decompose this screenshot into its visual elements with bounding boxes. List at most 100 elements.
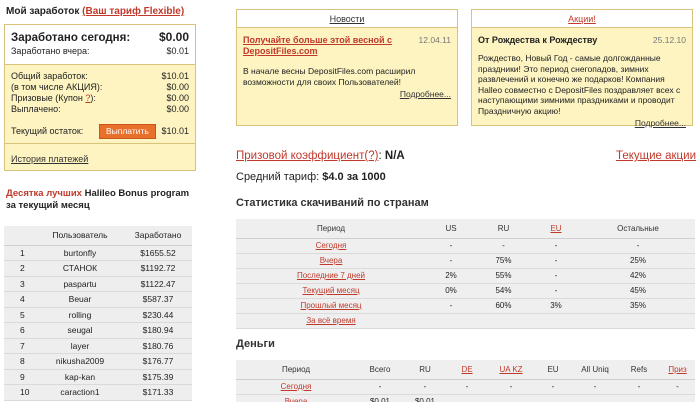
- money-cell: [618, 394, 660, 402]
- period-link[interactable]: За всё время: [236, 313, 426, 329]
- total-earnings-value: $10.01: [161, 71, 189, 81]
- money-cell: -: [534, 379, 572, 395]
- money-cell: -: [446, 379, 488, 395]
- stat-cell: 42%: [581, 268, 695, 284]
- stat-cell: [531, 313, 581, 329]
- prize-earnings-row: Призовые (Купон ?): $0.00: [11, 93, 189, 104]
- rank: 9: [4, 369, 36, 385]
- prize-coefficient-link[interactable]: Призовой коэффициент: [236, 150, 364, 162]
- left-column: Мой заработок (Ваш тариф Flexible) Зараб…: [4, 6, 196, 401]
- table-row: 2 СТАНОК $1192.72: [4, 260, 192, 277]
- money-cell: $0.01: [404, 394, 446, 402]
- earned-value: $230.44: [124, 307, 192, 323]
- rank: 6: [4, 322, 36, 339]
- top10-table: Пользователь Заработано 1 burtonfly $1655.…: [4, 226, 192, 401]
- tariff-link[interactable]: (Ваш тариф Flexible): [82, 6, 184, 17]
- news-box: Новости Получайте больше этой весной с D…: [236, 9, 458, 126]
- stat-cell: 60%: [476, 298, 531, 314]
- money-cell: -: [356, 379, 404, 395]
- balance-value: $10.01: [161, 126, 189, 136]
- earned-value: $180.76: [124, 338, 192, 354]
- stat-cell: -: [531, 253, 581, 269]
- total-earnings-row: Общий заработок: $10.01: [11, 71, 189, 82]
- money-col-period: Период: [236, 360, 356, 380]
- promo-tab: Акции!: [472, 10, 692, 28]
- news-more-link[interactable]: Подробнее...: [400, 89, 451, 99]
- stat-cell: [581, 313, 695, 329]
- withdraw-button[interactable]: Выплатить: [98, 124, 156, 139]
- user-name: seugal: [36, 322, 124, 339]
- period-link[interactable]: Текущий месяц: [236, 283, 426, 299]
- stat-cell: -: [426, 298, 476, 314]
- user-name: Beuar: [36, 291, 124, 308]
- promo-earnings-row: (в том числе АКЦИЯ): $0.00: [11, 82, 189, 93]
- stat-cell: -: [476, 238, 531, 254]
- money-title: Деньги: [236, 338, 275, 350]
- period-link[interactable]: Вчера: [236, 394, 356, 402]
- paid-label: Выплачено:: [11, 104, 61, 114]
- money-col-de[interactable]: DE: [446, 360, 488, 380]
- average-tariff-value: $4.0 за 1000: [322, 171, 386, 183]
- table-row: 1 burtonfly $1655.52: [4, 245, 192, 261]
- top10-title-red: Десятка лучших: [6, 188, 82, 199]
- period-link[interactable]: Сегодня: [236, 238, 426, 254]
- table-row: Прошлый месяц -60% 3% 35%: [236, 298, 695, 314]
- stat-cell: -: [531, 268, 581, 284]
- prize-label-text: Призовые (Купон: [11, 93, 86, 103]
- stats-col-us: US: [426, 219, 476, 239]
- money-cell: [446, 394, 488, 402]
- promo-tab-link[interactable]: Акции!: [568, 14, 596, 24]
- earnings-today: Заработано сегодня: $0.00 Заработано вче…: [5, 25, 195, 65]
- money-cell: [572, 394, 618, 402]
- promo-more-link[interactable]: Подробнее...: [635, 118, 686, 128]
- earned-value: $1655.52: [124, 245, 192, 261]
- money-cell: -: [404, 379, 446, 395]
- total-earnings-label: Общий заработок:: [11, 71, 88, 81]
- current-promos-link[interactable]: Текущие акции: [616, 150, 696, 162]
- period-link[interactable]: Сегодня: [236, 379, 356, 395]
- rank: 5: [4, 307, 36, 323]
- period-link[interactable]: Вчера: [236, 253, 426, 269]
- country-stats-table: Период US RU EU Остальные Сегодня - - - - Вч…: [236, 219, 695, 329]
- prize-colon: :: [378, 150, 382, 162]
- money-col-prize[interactable]: Приз: [660, 360, 695, 380]
- promo-box: Акции! От Рождества к Рождеству 25.12.10…: [471, 9, 693, 128]
- paid-row: Выплачено: $0.00: [11, 104, 189, 115]
- stats-header-row: Период US RU EU Остальные: [236, 219, 695, 239]
- user-name: burtonfly: [36, 245, 124, 261]
- period-link[interactable]: Последние 7 дней: [236, 268, 426, 284]
- table-row: 5 rolling $230.44: [4, 307, 192, 323]
- stat-cell: -: [531, 238, 581, 254]
- news-title-link[interactable]: Получайте больше этой весной с DepositFi…: [243, 35, 408, 57]
- top10-col-user: Пользователь: [36, 226, 124, 246]
- earned-value: $1192.72: [124, 260, 192, 277]
- top10-title-line2: за текущий месяц: [6, 200, 90, 211]
- rank: 2: [4, 260, 36, 277]
- period-link[interactable]: Прошлый месяц: [236, 298, 426, 314]
- stat-cell: 45%: [581, 283, 695, 299]
- history-section: История платежей: [5, 143, 195, 170]
- payment-history-link[interactable]: История платежей: [11, 154, 88, 164]
- yesterday-label: Заработано вчера:: [11, 46, 90, 56]
- earned-value: $180.94: [124, 322, 192, 339]
- money-cell: [488, 394, 534, 402]
- stats-col-other: Остальные: [581, 219, 695, 239]
- stats-col-eu[interactable]: EU: [531, 219, 581, 239]
- promo-title[interactable]: От Рождества к Рождеству: [478, 35, 643, 46]
- country-stats-title: Статистика скачиваний по странам: [236, 197, 429, 209]
- today-label: Заработано сегодня:: [11, 32, 131, 44]
- earned-value: $176.77: [124, 353, 192, 370]
- top10-title-rest: Halileo Bonus program: [81, 188, 190, 199]
- table-row: 6 seugal $180.94: [4, 322, 192, 339]
- money-col-ua-kz[interactable]: UA KZ: [488, 360, 534, 380]
- prize-help-link[interactable]: (?): [364, 150, 378, 162]
- money-cell: -: [572, 379, 618, 395]
- table-row: 4 Beuar $587.37: [4, 291, 192, 308]
- money-cell: $0.01: [356, 394, 404, 402]
- prize-coefficient-row: Призовой коэффициент(?): N/A Текущие акц…: [236, 150, 696, 162]
- table-row: Последние 7 дней 2% 55% -42%: [236, 268, 695, 284]
- money-col-refs: Refs: [618, 360, 660, 380]
- rank: 10: [4, 384, 36, 401]
- news-tab-link[interactable]: Новости: [330, 14, 365, 24]
- stat-cell: -: [426, 253, 476, 269]
